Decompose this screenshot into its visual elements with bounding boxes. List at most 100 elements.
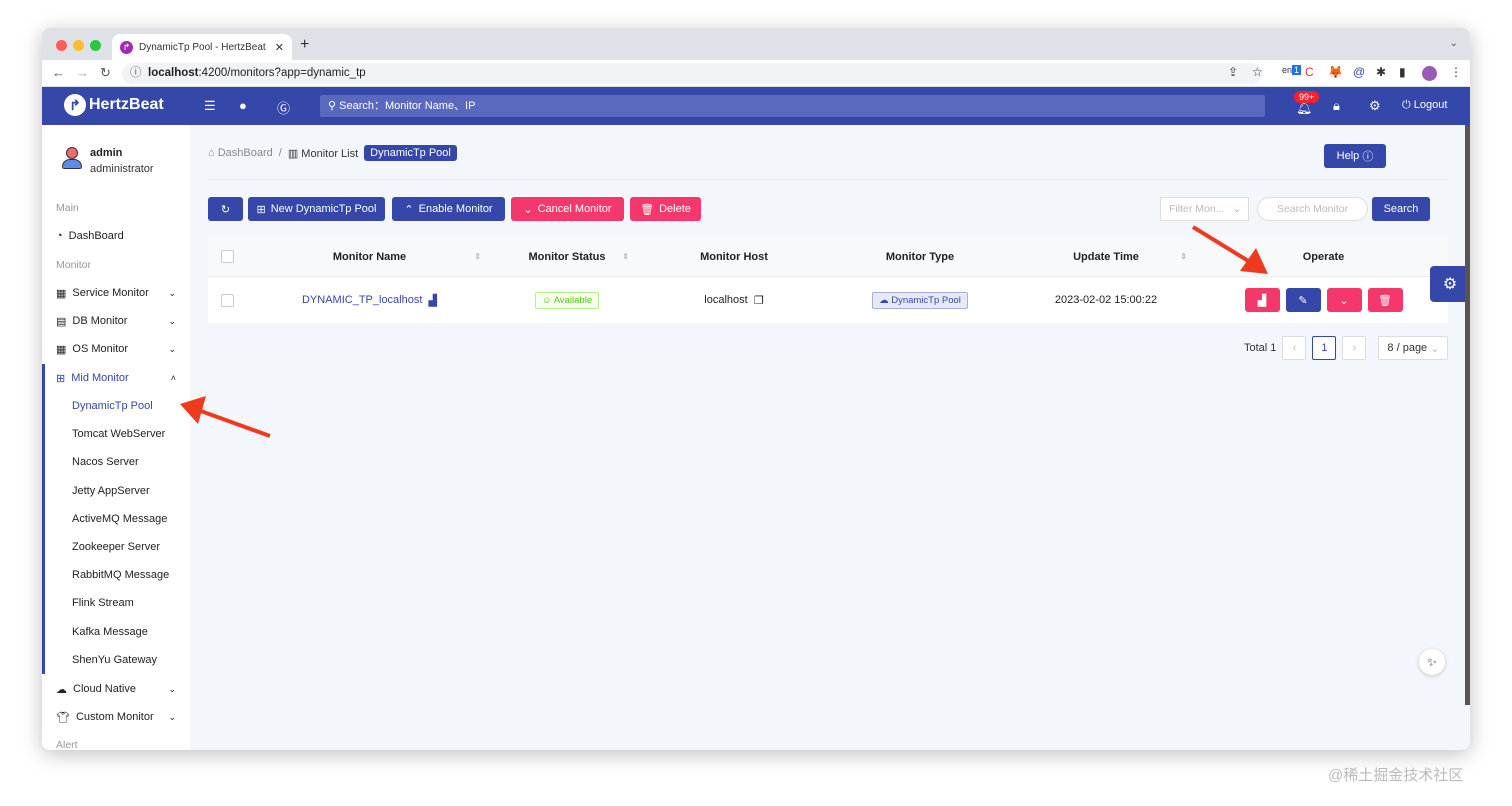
extension-c-icon[interactable]: C: [1305, 65, 1314, 79]
header-search-input[interactable]: ⚲ Search：Monitor Name、IP: [320, 95, 1265, 117]
label: Monitor Status: [529, 251, 606, 263]
select-all-checkbox[interactable]: [221, 250, 234, 263]
sidebar-subitem[interactable]: Tomcat WebServer: [42, 421, 190, 447]
delete-button[interactable]: 🗑︎Delete: [630, 197, 701, 221]
search-button[interactable]: Search: [1372, 197, 1430, 221]
next-page-button[interactable]: ›: [1342, 336, 1366, 360]
refresh-button[interactable]: ↻: [208, 197, 243, 221]
breadcrumb: ⌂ DashBoard / ▥ Monitor List DynamicTp P…: [208, 145, 457, 161]
profile-avatar[interactable]: [1422, 66, 1437, 81]
user-role: administrator: [90, 163, 154, 175]
label: 8 / page: [1387, 342, 1427, 354]
help-button[interactable]: Help ⓘ: [1324, 144, 1386, 168]
github-icon[interactable]: ●: [239, 98, 247, 113]
chart-icon: ▟: [1258, 294, 1266, 307]
tab-list-chevron-icon[interactable]: ⌄: [1450, 38, 1458, 49]
reload-icon[interactable]: ↻: [100, 65, 111, 81]
theme-settings-button[interactable]: ⚙: [1430, 266, 1470, 302]
scrollbar[interactable]: [1465, 125, 1470, 705]
forward-icon[interactable]: →: [76, 65, 89, 80]
extension-at-icon[interactable]: @: [1353, 65, 1365, 79]
new-tab-icon[interactable]: +: [300, 36, 309, 54]
sidebar-item-dashboard[interactable]: ◔DashBoard: [42, 223, 190, 249]
bookmark-star-icon[interactable]: ☆: [1252, 65, 1263, 79]
row-checkbox[interactable]: [221, 294, 234, 307]
sidebar-subitem[interactable]: Jetty AppServer: [42, 478, 190, 504]
page-size-select[interactable]: 8 / page⌄: [1378, 336, 1448, 360]
filter-monitor-select[interactable]: Filter Mon...⌄: [1160, 197, 1249, 221]
chevron-down-icon: ⌄: [168, 344, 176, 355]
edit-button[interactable]: ✎: [1286, 288, 1321, 312]
sidebar-subitem[interactable]: DynamicTp Pool: [42, 393, 190, 419]
lock-icon[interactable]: 🔒︎: [1333, 98, 1340, 114]
url-input[interactable]: ⓘ localhost:4200/monitors?app=dynamic_tp: [122, 63, 1262, 84]
logout-button[interactable]: ⏻ Logout: [1402, 99, 1447, 112]
page-1-button[interactable]: 1: [1312, 336, 1336, 360]
header-update-time[interactable]: Update Time ⇕: [1013, 237, 1199, 276]
close-tab-icon[interactable]: ✕: [275, 41, 284, 54]
update-time-cell: 2023-02-02 15:00:22: [1013, 277, 1199, 323]
gitee-icon[interactable]: Ⓖ: [277, 98, 290, 117]
share-icon[interactable]: ⇪: [1228, 65, 1238, 79]
chart-icon[interactable]: ▟: [429, 294, 437, 307]
browser-tab[interactable]: ↱ DynamicTp Pool - HertzBeat ✕: [112, 34, 292, 60]
header-operate: Operate: [1199, 237, 1448, 276]
metamask-icon[interactable]: 🦊: [1328, 65, 1343, 79]
divider: [208, 179, 1448, 180]
back-icon[interactable]: ←: [52, 65, 65, 80]
sidebar-item-custom-monitor[interactable]: 👕︎Custom Monitor⌄: [42, 704, 190, 730]
sidebar-subitem[interactable]: Kafka Message: [42, 619, 190, 645]
logo[interactable]: ↱HertzBeat: [64, 94, 164, 116]
sidebar-item-cloud-native[interactable]: ☁Cloud Native⌄: [42, 676, 190, 702]
delete-row-button[interactable]: 🗑︎: [1368, 288, 1403, 312]
sort-icon[interactable]: ⇕: [474, 252, 481, 261]
header-monitor-name[interactable]: Monitor Name⇕: [246, 237, 493, 276]
minimize-window-button[interactable]: [73, 40, 84, 51]
translate-extension-icon[interactable]: en1: [1282, 65, 1301, 75]
sidebar-subitem[interactable]: Flink Stream: [42, 590, 190, 616]
cancel-monitor-row-button[interactable]: ⌄: [1327, 288, 1362, 312]
user-info[interactable]: adminadministrator: [62, 147, 154, 175]
collapse-menu-icon[interactable]: ☰: [204, 98, 216, 114]
sidebar-subitem[interactable]: ShenYu Gateway: [42, 647, 190, 673]
sidebar-item-service-monitor[interactable]: ▦Service Monitor⌄: [42, 280, 190, 306]
down-circle-icon: ⌄: [1339, 294, 1348, 307]
sort-icon[interactable]: ⇕: [1180, 252, 1187, 261]
sidebar-item-os-monitor[interactable]: ▦OS Monitor⌄: [42, 336, 190, 362]
header-monitor-status[interactable]: Monitor Status ⇕: [493, 237, 641, 276]
label: Update Time: [1073, 251, 1139, 263]
sidebar-item-db-monitor[interactable]: ▤DB Monitor⌄: [42, 308, 190, 334]
extensions-puzzle-icon[interactable]: ✱: [1376, 65, 1386, 79]
question-icon: ⓘ: [1362, 148, 1373, 164]
browser-menu-icon[interactable]: ⋮: [1450, 65, 1462, 79]
magic-wand-button[interactable]: ✨︎: [1419, 649, 1445, 675]
search-monitor-input[interactable]: Search Monitor: [1257, 197, 1368, 221]
copy-icon[interactable]: ❐: [754, 294, 764, 307]
sidebar-subitem[interactable]: ActiveMQ Message: [42, 506, 190, 532]
cancel-monitor-button[interactable]: ⌄Cancel Monitor: [511, 197, 624, 221]
middleware-icon: ⊞: [56, 372, 65, 385]
prev-page-button[interactable]: ‹: [1282, 336, 1306, 360]
sort-icon[interactable]: ⇕: [622, 252, 629, 261]
breadcrumb-monitor-list[interactable]: ▥ Monitor List: [288, 147, 358, 160]
placeholder: Filter Mon...: [1169, 203, 1224, 215]
browser-window: ↱ DynamicTp Pool - HertzBeat ✕ + ⌄ ← → ↻…: [42, 28, 1470, 750]
breadcrumb-home[interactable]: ⌂ DashBoard: [208, 147, 273, 159]
sidebar: adminadministrator Main ◔DashBoard Monit…: [42, 125, 190, 750]
sidebar-item-mid-monitor[interactable]: ⊞Mid Monitor˄: [42, 365, 190, 391]
logout-icon: ⏻: [1402, 99, 1414, 111]
sidebar-subitem[interactable]: Zookeeper Server: [42, 534, 190, 560]
shirt-icon: 👕︎: [56, 711, 70, 724]
side-panel-icon[interactable]: ▮: [1399, 65, 1406, 79]
monitor-name-link[interactable]: DYNAMIC_TP_localhost ▟: [246, 277, 493, 323]
enable-monitor-button[interactable]: ⌃Enable Monitor: [392, 197, 505, 221]
sidebar-subitem[interactable]: RabbitMQ Message: [42, 562, 190, 588]
maximize-window-button[interactable]: [90, 40, 101, 51]
settings-gear-icon[interactable]: ⚙: [1369, 98, 1381, 114]
new-monitor-button[interactable]: ⊞New DynamicTp Pool: [248, 197, 385, 221]
sidebar-subitem[interactable]: Nacos Server: [42, 449, 190, 475]
table-row: DYNAMIC_TP_localhost ▟ ☺ Available local…: [208, 277, 1448, 323]
monitor-detail-button[interactable]: ▟: [1245, 288, 1280, 312]
site-info-icon[interactable]: ⓘ: [130, 63, 142, 84]
close-window-button[interactable]: [56, 40, 67, 51]
